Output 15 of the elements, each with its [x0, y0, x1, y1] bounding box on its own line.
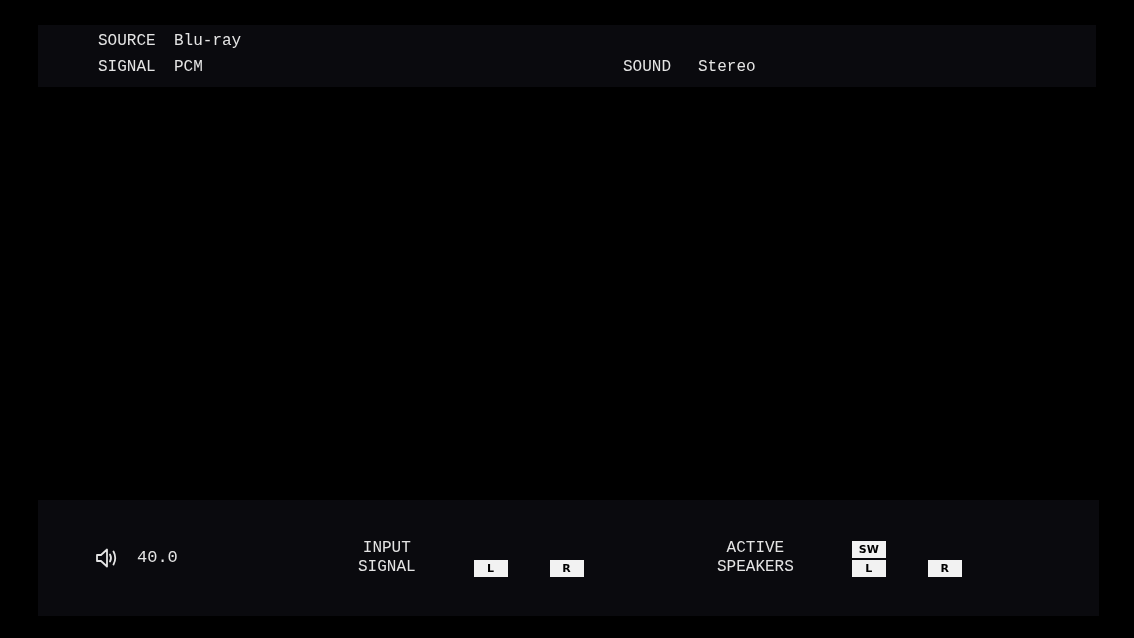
- section-label: INPUT SIGNAL: [358, 539, 416, 577]
- channel-indicator: L: [851, 560, 886, 577]
- info-value: Blu-ray: [174, 31, 242, 51]
- channel-indicator: R: [549, 560, 584, 577]
- channel-indicator: R: [927, 560, 962, 577]
- info-value: PCM: [174, 57, 203, 77]
- volume-level: 40.0: [137, 548, 178, 568]
- info-value: Stereo: [698, 57, 756, 78]
- info-label: SIGNAL: [98, 57, 156, 77]
- volume-icon: [96, 548, 118, 568]
- channel-indicator: L: [473, 560, 508, 577]
- section-label: ACTIVE SPEAKERS: [717, 539, 794, 577]
- info-label: SOUND: [623, 57, 672, 78]
- channel-indicator: SW: [851, 541, 886, 558]
- info-label: SOURCE: [98, 31, 156, 51]
